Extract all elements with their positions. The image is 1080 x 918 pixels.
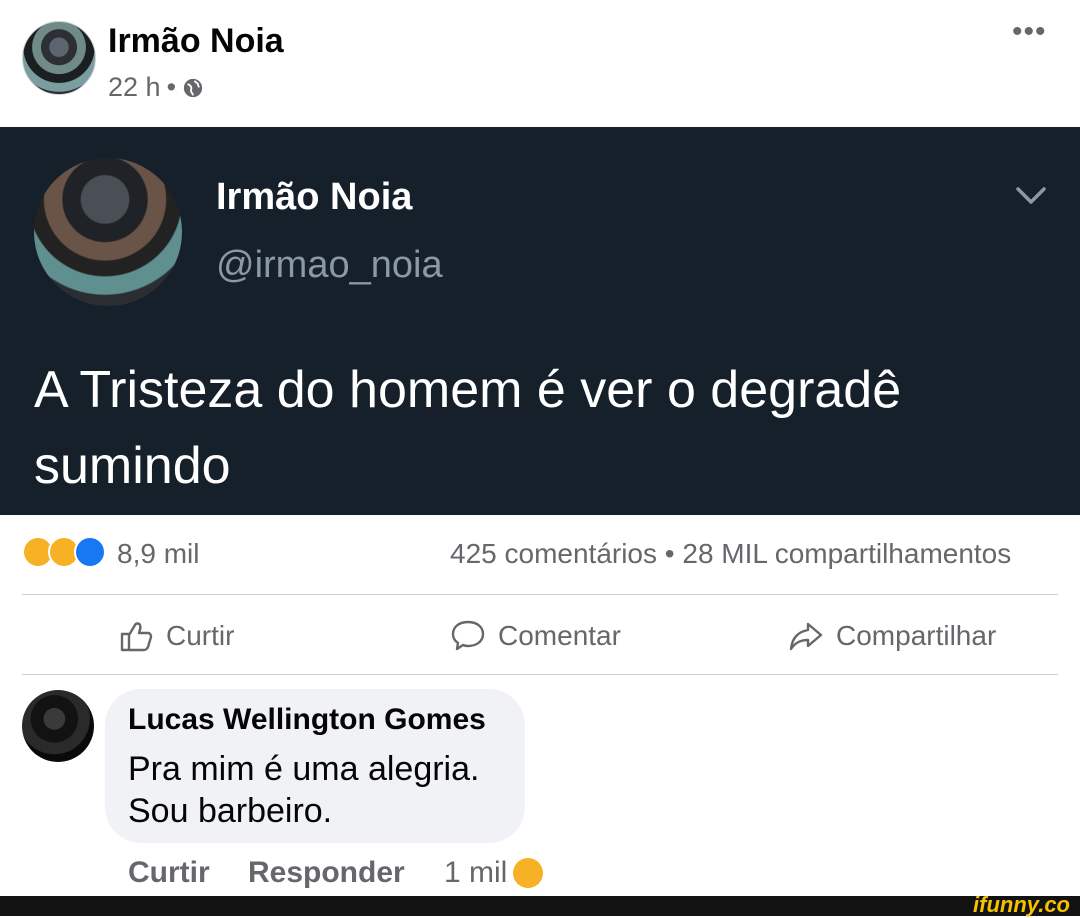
share-label: Compartilhar — [836, 620, 997, 651]
commenter-name[interactable]: Lucas Wellington Gomes — [128, 703, 486, 737]
like-label: Curtir — [166, 620, 235, 651]
reaction-count[interactable]: 8,9 mil — [117, 538, 199, 570]
share-button[interactable]: Compartilhar — [788, 618, 996, 654]
ifunny-watermark: ifunny.co — [973, 892, 1070, 917]
comment-label: Comentar — [498, 620, 621, 651]
comment-reaction-count: 1 mil — [444, 856, 508, 889]
post-meta: 22 h • — [108, 72, 204, 103]
tweet-author-avatar — [34, 158, 182, 306]
footer-strip — [0, 896, 1080, 916]
thumbs-up-icon — [120, 622, 153, 652]
comment-like-link[interactable]: Curtir — [128, 856, 210, 890]
comment-icon — [451, 620, 485, 651]
comment-reply-link[interactable]: Responder — [248, 856, 405, 890]
comments-shares-count[interactable]: 425 comentários • 28 MIL compartilhament… — [450, 538, 1011, 570]
share-icon — [789, 622, 823, 651]
divider — [22, 594, 1058, 595]
like-button[interactable]: Curtir — [118, 618, 234, 654]
more-options-icon[interactable]: ••• — [1012, 17, 1047, 47]
post-author-name[interactable]: Irmão Noia — [108, 22, 284, 61]
tweet-author-handle: @irmao_noia — [216, 244, 443, 286]
comment-reactions[interactable]: 1 mil — [444, 856, 544, 890]
chevron-down-icon — [1016, 187, 1046, 204]
divider — [22, 674, 1058, 675]
haha-reaction-icon — [513, 858, 544, 888]
comment-text: Pra mim é uma alegria. Sou barbeiro. — [128, 750, 480, 830]
meta-separator: • — [166, 72, 177, 102]
globe-icon — [183, 78, 203, 97]
tweet-text: A Tristeza do homem é ver o degradê sumi… — [34, 361, 902, 495]
reaction-icons[interactable] — [22, 536, 106, 568]
tweet-author-name: Irmão Noia — [216, 176, 413, 218]
post-time[interactable]: 22 h — [108, 72, 161, 103]
post-author-avatar[interactable] — [22, 21, 96, 95]
commenter-avatar[interactable] — [22, 690, 94, 762]
comment-button[interactable]: Comentar — [450, 618, 621, 654]
like-reaction-icon — [74, 536, 106, 568]
